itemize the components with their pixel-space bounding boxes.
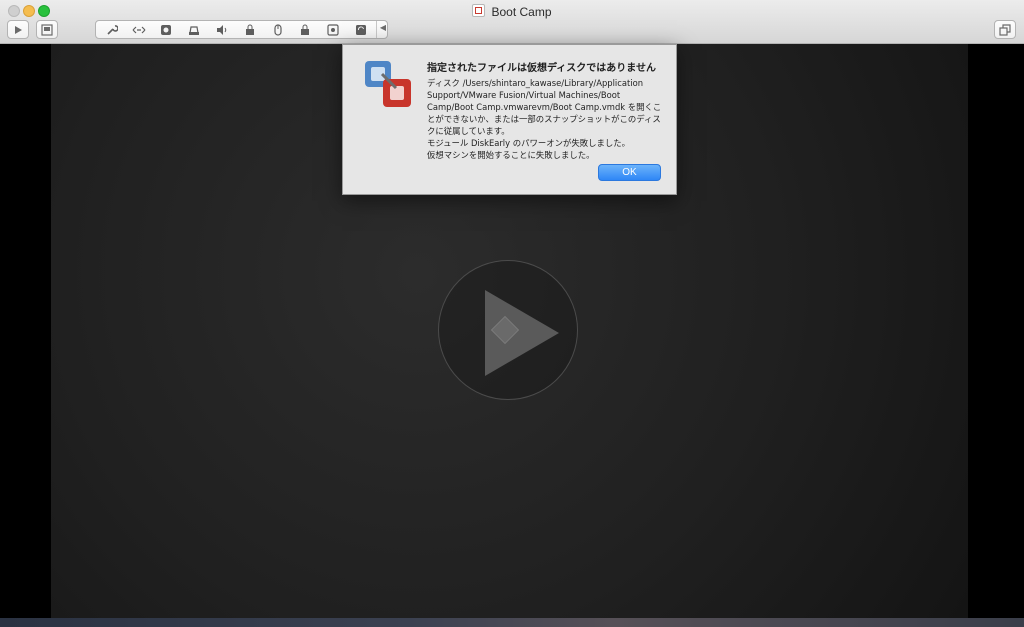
wrench-icon[interactable]: [104, 23, 120, 36]
device-toolbar-group: ◀: [95, 20, 388, 39]
toolbar-separator: [376, 21, 377, 38]
alert-message-line: モジュール DiskEarly のパワーオンが失敗しました。: [427, 138, 630, 148]
error-alert-dialog: 指定されたファイルは仮想ディスクではありません ディスク /Users/shin…: [342, 44, 677, 195]
alert-message-line: ディスク /Users/shintaro_kawase/Library/Appl…: [427, 78, 662, 136]
window-title: Boot Camp: [0, 4, 1024, 19]
vmware-window: Boot Camp ◀ 指定されたファイルは仮想ディスクではありません ディスク…: [0, 0, 1024, 618]
usb-lock-icon[interactable]: [242, 23, 258, 36]
window-icon: [999, 23, 1011, 36]
alert-message: ディスク /Users/shintaro_kawase/Library/Appl…: [427, 77, 667, 161]
start-vm-play-button[interactable]: [438, 260, 578, 400]
title-bar: Boot Camp ◀: [0, 0, 1024, 44]
network-icon[interactable]: [131, 23, 147, 36]
vm-document-icon: [472, 4, 486, 17]
snapshot-icon: [41, 23, 53, 36]
desktop-background: [0, 618, 1024, 627]
usb-lock-icon[interactable]: [297, 23, 313, 36]
chevron-left-icon[interactable]: ◀: [380, 23, 386, 32]
play-button[interactable]: [7, 20, 29, 39]
camera-icon[interactable]: [325, 23, 341, 36]
window-mode-button[interactable]: [994, 20, 1016, 39]
refresh-icon[interactable]: [353, 23, 369, 36]
alert-title: 指定されたファイルは仮想ディスクではありません: [427, 63, 656, 74]
snapshot-button[interactable]: [36, 20, 58, 39]
vmware-fusion-icon: [365, 61, 411, 107]
mouse-lock-icon[interactable]: [270, 23, 286, 36]
disk-icon[interactable]: [158, 23, 174, 36]
play-icon: [15, 25, 22, 34]
speaker-icon[interactable]: [214, 23, 230, 36]
alert-message-line: 仮想マシンを開始することに失敗しました。: [427, 150, 595, 160]
ok-button[interactable]: OK: [598, 164, 661, 181]
printer-icon[interactable]: [186, 23, 202, 36]
window-title-text: Boot Camp: [491, 5, 552, 19]
